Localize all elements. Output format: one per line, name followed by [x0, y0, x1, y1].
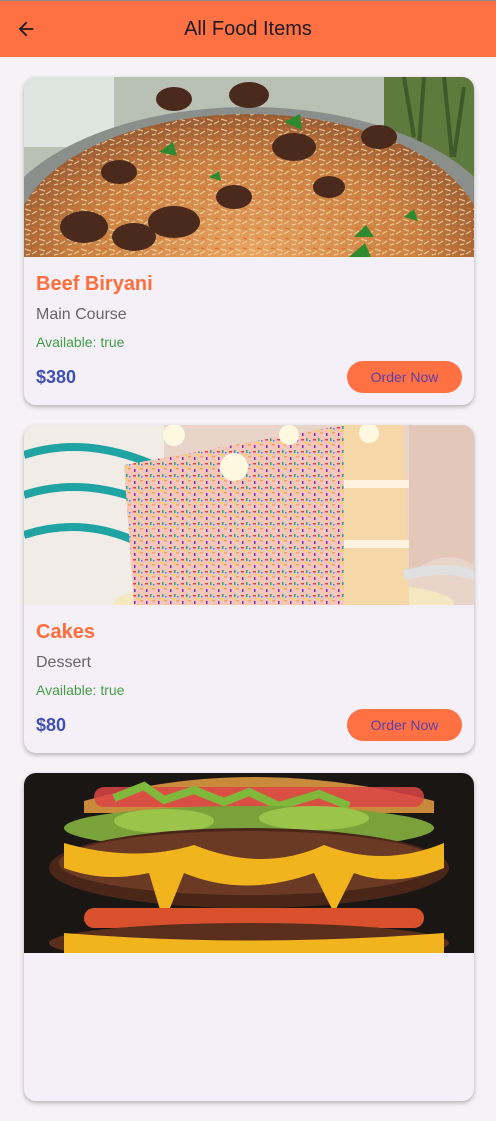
availability-text: Available: true [36, 682, 125, 698]
food-image-burger [24, 773, 474, 953]
food-image-biryani [24, 77, 474, 257]
food-name: Cakes [36, 621, 95, 643]
food-category: Main Course [36, 306, 127, 323]
food-card[interactable]: Beef Biryani Main Course Available: true… [24, 77, 474, 405]
food-category: Dessert [36, 654, 92, 671]
page-title: All Food Items [184, 18, 312, 40]
food-card[interactable] [24, 773, 474, 1101]
food-card[interactable]: Cakes Dessert Available: true $80 Order … [24, 425, 474, 753]
food-list[interactable]: Beef Biryani Main Course Available: true… [24, 77, 474, 1121]
food-price: $380 [36, 367, 77, 387]
food-image-cake [24, 425, 474, 605]
availability-text: Available: true [36, 334, 125, 350]
order-now-button[interactable]: Order Now [347, 709, 462, 741]
app-bar: All Food Items [0, 0, 496, 57]
food-price: $80 [36, 715, 67, 735]
food-name: Beef Biryani [36, 273, 153, 295]
order-now-button[interactable]: Order Now [347, 361, 462, 393]
